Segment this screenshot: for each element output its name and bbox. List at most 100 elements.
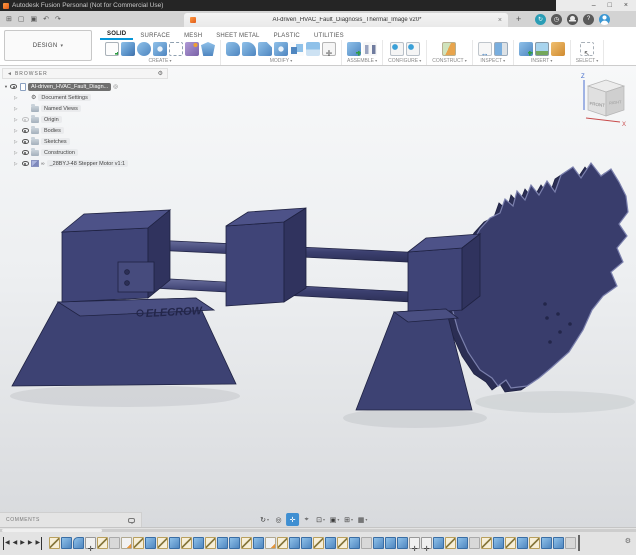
- job-status-icon[interactable]: ↻: [535, 14, 546, 25]
- timeline-scrollbar-thumb[interactable]: [2, 529, 102, 532]
- configuration-icon[interactable]: [390, 42, 404, 56]
- sketch-feature[interactable]: [205, 537, 216, 549]
- help-icon[interactable]: ?: [583, 14, 594, 25]
- extrude-feature[interactable]: [433, 537, 444, 549]
- go-to-end-button[interactable]: ▶: [36, 537, 43, 550]
- step-forward-button[interactable]: ▶: [28, 537, 33, 550]
- new-component-icon[interactable]: [347, 42, 361, 56]
- gray-feature[interactable]: [565, 537, 576, 549]
- ribbon-group-label-inspect[interactable]: INSPECT: [480, 58, 505, 64]
- extrude-feature[interactable]: [349, 537, 360, 549]
- extrude-feature[interactable]: [493, 537, 504, 549]
- sketch-feature[interactable]: [241, 537, 252, 549]
- eye-icon[interactable]: [22, 128, 29, 133]
- extrude-feature[interactable]: [145, 537, 156, 549]
- comments-bar[interactable]: COMMENTS: [0, 512, 142, 527]
- ribbon-tab-sheet-metal[interactable]: SHEET METAL: [209, 31, 266, 40]
- undo-icon[interactable]: ↶: [43, 15, 49, 23]
- pan-button[interactable]: ✛: [286, 513, 299, 526]
- press-pull-icon[interactable]: [226, 42, 240, 56]
- extrude-feature[interactable]: [229, 537, 240, 549]
- combine-icon[interactable]: [290, 42, 304, 56]
- sketch-feature[interactable]: [181, 537, 192, 549]
- offset-face-icon[interactable]: [306, 42, 320, 56]
- browser-item-named-views[interactable]: ▷Named Views: [2, 103, 168, 114]
- carriage-block[interactable]: [226, 208, 306, 306]
- close-button[interactable]: ×: [624, 1, 628, 10]
- move-feature[interactable]: [421, 537, 432, 549]
- look-at-button[interactable]: ◎: [272, 513, 285, 526]
- expand-arrow-icon[interactable]: ▷: [14, 161, 19, 167]
- revolve-feature[interactable]: [73, 537, 84, 549]
- box-icon[interactable]: [121, 42, 135, 56]
- sketch-feature[interactable]: [313, 537, 324, 549]
- step-back-button[interactable]: ◀: [13, 537, 18, 550]
- extrude-feature[interactable]: [457, 537, 468, 549]
- zoom-button[interactable]: ⌖: [300, 513, 313, 526]
- ribbon-group-label-select[interactable]: SELECT: [576, 58, 599, 64]
- browser-item-origin[interactable]: ▷Origin: [2, 114, 168, 125]
- timeline-settings-gear-icon[interactable]: ⚙: [625, 537, 631, 545]
- insert-derive-icon[interactable]: [519, 42, 533, 56]
- create-sketch-icon[interactable]: [105, 42, 119, 56]
- ribbon-group-label-create[interactable]: CREATE: [148, 58, 171, 64]
- ribbon-group-label-insert[interactable]: INSERT: [531, 58, 552, 64]
- view-cube[interactable]: Z X FRONT RIGHT: [576, 70, 632, 130]
- notifications-bell-icon[interactable]: [567, 14, 578, 25]
- viewport-canvas[interactable]: ELECROW ◄ BROWSER ⚙ ▼ AI-driven_HVAC_Fau…: [0, 66, 636, 527]
- sketch-feature[interactable]: [49, 537, 60, 549]
- form-icon[interactable]: [137, 42, 151, 56]
- sketch-feature[interactable]: [157, 537, 168, 549]
- collapse-panel-icon[interactable]: ◄: [7, 71, 12, 77]
- extrude-feature[interactable]: [217, 537, 228, 549]
- orbit-button[interactable]: ↻▾: [258, 513, 271, 526]
- eye-icon[interactable]: [10, 84, 17, 89]
- expand-arrow-icon[interactable]: ▷: [14, 139, 19, 145]
- section-analysis-icon[interactable]: [494, 42, 508, 56]
- browser-item-28byj-48-stepper-motor-v1-1[interactable]: ▷∞_28BYJ-48 Stepper Motor v1:1: [2, 158, 168, 169]
- ribbon-tab-mesh[interactable]: MESH: [177, 31, 209, 40]
- sketch-feature[interactable]: [277, 537, 288, 549]
- canvas-icon[interactable]: [535, 42, 549, 56]
- extrude-feature[interactable]: [253, 537, 264, 549]
- extrude-feature[interactable]: [541, 537, 552, 549]
- save-icon[interactable]: ▣: [31, 15, 38, 23]
- redo-icon[interactable]: ↷: [55, 15, 61, 23]
- plane-feature[interactable]: [121, 537, 132, 549]
- sketch-feature[interactable]: [505, 537, 516, 549]
- sketch-feature[interactable]: [133, 537, 144, 549]
- eye-icon[interactable]: [22, 139, 29, 144]
- expand-arrow-icon[interactable]: ▷: [14, 150, 19, 156]
- chamfer-icon[interactable]: [258, 42, 272, 56]
- ribbon-group-label-configure[interactable]: CONFIGURE: [388, 58, 421, 64]
- browser-item-sketches[interactable]: ▷Sketches: [2, 136, 168, 147]
- eye-icon[interactable]: [22, 161, 29, 166]
- design-workspace-menu[interactable]: DESIGN ▾: [4, 30, 92, 61]
- extrude-feature[interactable]: [373, 537, 384, 549]
- display-settings-button[interactable]: ▣▾: [328, 513, 341, 526]
- left-base[interactable]: [12, 298, 236, 386]
- expand-arrow-icon[interactable]: ▼: [4, 84, 8, 89]
- sketch-feature[interactable]: [97, 537, 108, 549]
- clock-icon[interactable]: ◷: [551, 14, 562, 25]
- document-tab-close-icon[interactable]: ×: [498, 17, 502, 24]
- measure-icon[interactable]: [478, 42, 492, 56]
- web-icon[interactable]: [201, 42, 215, 56]
- maximize-button[interactable]: □: [608, 1, 612, 10]
- expand-arrow-icon[interactable]: ▷: [14, 95, 19, 101]
- move-feature[interactable]: [85, 537, 96, 549]
- browser-item-bodies[interactable]: ▷Bodies: [2, 125, 168, 136]
- extrude-feature[interactable]: [385, 537, 396, 549]
- activate-component-icon[interactable]: ◎: [113, 84, 118, 90]
- configuration-table-icon[interactable]: [406, 42, 420, 56]
- extrude-feature[interactable]: [325, 537, 336, 549]
- construction-plane-icon[interactable]: [442, 42, 456, 56]
- extrude-feature[interactable]: [61, 537, 72, 549]
- viewports-button[interactable]: ▦▾: [356, 513, 369, 526]
- expand-arrow-icon[interactable]: ▷: [14, 106, 19, 112]
- insert-mesh-icon[interactable]: [551, 42, 565, 56]
- move-copy-icon[interactable]: [322, 42, 336, 56]
- extrude-feature[interactable]: [193, 537, 204, 549]
- timeline-position-marker[interactable]: [578, 535, 580, 551]
- plane-feature[interactable]: [265, 537, 276, 549]
